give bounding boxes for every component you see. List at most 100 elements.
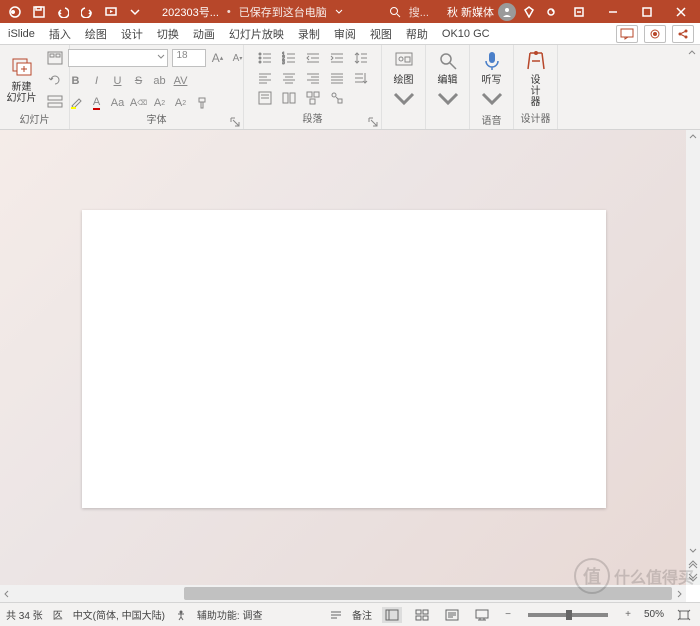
comments-button[interactable] — [616, 25, 638, 43]
diamond-icon[interactable] — [520, 3, 538, 21]
zoom-in-button[interactable]: + — [622, 609, 634, 621]
close-button[interactable] — [666, 0, 696, 23]
font-launcher[interactable] — [230, 117, 240, 127]
increase-font-button[interactable]: A▴ — [210, 50, 226, 66]
save-button[interactable] — [30, 3, 48, 21]
line-spacing-button[interactable] — [350, 49, 372, 67]
bold-button[interactable]: B — [68, 73, 84, 89]
tab-slideshow[interactable]: 幻灯片放映 — [229, 26, 284, 42]
reset-button[interactable] — [44, 71, 66, 89]
tab-draw[interactable]: 绘图 — [85, 26, 107, 42]
scroll-up-button[interactable] — [686, 130, 700, 144]
paragraph-launcher[interactable] — [368, 117, 378, 127]
spellcheck-icon[interactable]: 匛 — [53, 607, 63, 622]
tab-review[interactable]: 审阅 — [334, 26, 356, 42]
autosave-toggle[interactable] — [6, 3, 24, 21]
zoom-out-button[interactable]: − — [502, 609, 514, 621]
editing-button[interactable]: 编辑 — [430, 49, 466, 112]
indent-decrease-button[interactable] — [302, 49, 324, 67]
align-text-button[interactable] — [254, 89, 276, 107]
text-direction-button[interactable] — [350, 69, 372, 87]
sync-icon[interactable] — [542, 3, 560, 21]
bullets-button[interactable] — [254, 49, 276, 67]
layout-button[interactable] — [44, 49, 66, 67]
justify-button[interactable] — [326, 69, 348, 87]
sorter-view-button[interactable] — [412, 607, 432, 623]
ribbon-options-button[interactable] — [564, 0, 594, 23]
tab-animations[interactable]: 动画 — [193, 26, 215, 42]
zoom-slider[interactable] — [528, 613, 608, 617]
accessibility-status[interactable]: 辅助功能: 调查 — [197, 607, 263, 622]
strikethrough-button[interactable]: S — [131, 73, 147, 89]
change-case-button[interactable]: Aa — [110, 95, 126, 111]
new-slide-button[interactable]: 新建 幻灯片 — [4, 49, 40, 111]
titlebar: 202303号... • 已保存到这台电脑 搜... 秋 新媒体 — [0, 0, 700, 23]
maximize-button[interactable] — [632, 0, 662, 23]
tab-transitions[interactable]: 切换 — [157, 26, 179, 42]
username: 秋 新媒体 — [447, 4, 494, 20]
scroll-left-button[interactable] — [0, 585, 14, 602]
indent-increase-button[interactable] — [326, 49, 348, 67]
qat-customize[interactable] — [126, 3, 144, 21]
record-indicator[interactable] — [644, 25, 666, 43]
minimize-button[interactable] — [598, 0, 628, 23]
undo-button[interactable] — [54, 3, 72, 21]
tab-help[interactable]: 帮助 — [406, 26, 428, 42]
vertical-scrollbar[interactable] — [686, 130, 700, 585]
subscript-button[interactable]: A2 — [173, 95, 189, 111]
format-painter-button[interactable] — [194, 95, 210, 111]
underline-button[interactable]: U — [110, 73, 126, 89]
slide[interactable] — [82, 210, 606, 508]
normal-view-button[interactable] — [382, 607, 402, 623]
columns-button[interactable] — [278, 89, 300, 107]
convert-button[interactable] — [326, 89, 348, 107]
document-title: 202303号... — [162, 4, 219, 20]
font-family-combo[interactable] — [68, 49, 168, 67]
reading-view-button[interactable] — [442, 607, 462, 623]
font-size-combo[interactable]: 18 — [172, 49, 206, 67]
collapse-ribbon-button[interactable] — [686, 47, 698, 62]
status-bar: 共 34 张 匛 中文(简体, 中国大陆) 辅助功能: 调查 备注 − + 50… — [0, 602, 700, 626]
italic-button[interactable]: I — [89, 73, 105, 89]
clear-format-button[interactable]: A⌫ — [131, 95, 147, 111]
align-right-button[interactable] — [302, 69, 324, 87]
char-spacing-button[interactable]: AV — [173, 73, 189, 89]
share-button[interactable] — [672, 25, 694, 43]
align-left-button[interactable] — [254, 69, 276, 87]
slide-canvas[interactable] — [0, 130, 686, 585]
zoom-level[interactable]: 50% — [644, 609, 664, 620]
chevron-down-icon[interactable] — [335, 8, 343, 16]
tab-design[interactable]: 设计 — [121, 26, 143, 42]
dictate-button[interactable]: 听写 — [474, 49, 510, 112]
scroll-down-button[interactable] — [686, 543, 700, 557]
language-status[interactable]: 中文(简体, 中国大陆) — [73, 607, 165, 622]
shadow-button[interactable]: ab — [152, 73, 168, 89]
drawing-button[interactable]: 绘图 — [386, 49, 422, 112]
fit-window-button[interactable] — [674, 607, 694, 623]
tab-islide[interactable]: iSlide — [8, 28, 35, 40]
font-color-button[interactable]: A — [89, 95, 105, 111]
start-from-beginning-button[interactable] — [102, 3, 120, 21]
user-avatar[interactable] — [498, 3, 516, 21]
tab-view[interactable]: 视图 — [370, 26, 392, 42]
redo-button[interactable] — [78, 3, 96, 21]
numbering-button[interactable]: 123 — [278, 49, 300, 67]
designer-button[interactable]: 设 计 器 — [518, 49, 554, 108]
align-center-button[interactable] — [278, 69, 300, 87]
search-icon[interactable] — [389, 6, 401, 18]
accessibility-icon — [175, 609, 187, 621]
search-placeholder[interactable]: 搜... — [409, 4, 429, 20]
notes-button[interactable]: 备注 — [352, 607, 372, 622]
superscript-button[interactable]: A2 — [152, 95, 168, 111]
smartart-button[interactable] — [302, 89, 324, 107]
section-button[interactable] — [44, 93, 66, 111]
paragraph-group-label: 段落 — [303, 110, 323, 127]
ribbon-tabs: iSlide 插入 绘图 设计 切换 动画 幻灯片放映 录制 审阅 视图 帮助 … — [0, 23, 700, 45]
slideshow-view-button[interactable] — [472, 607, 492, 623]
tab-insert[interactable]: 插入 — [49, 26, 71, 42]
tab-ok10[interactable]: OK10 GC — [442, 28, 490, 40]
tab-record[interactable]: 录制 — [298, 26, 320, 42]
highlight-button[interactable] — [68, 95, 84, 111]
dictate-label: 听写 — [482, 75, 502, 86]
svg-text:3: 3 — [282, 60, 285, 65]
